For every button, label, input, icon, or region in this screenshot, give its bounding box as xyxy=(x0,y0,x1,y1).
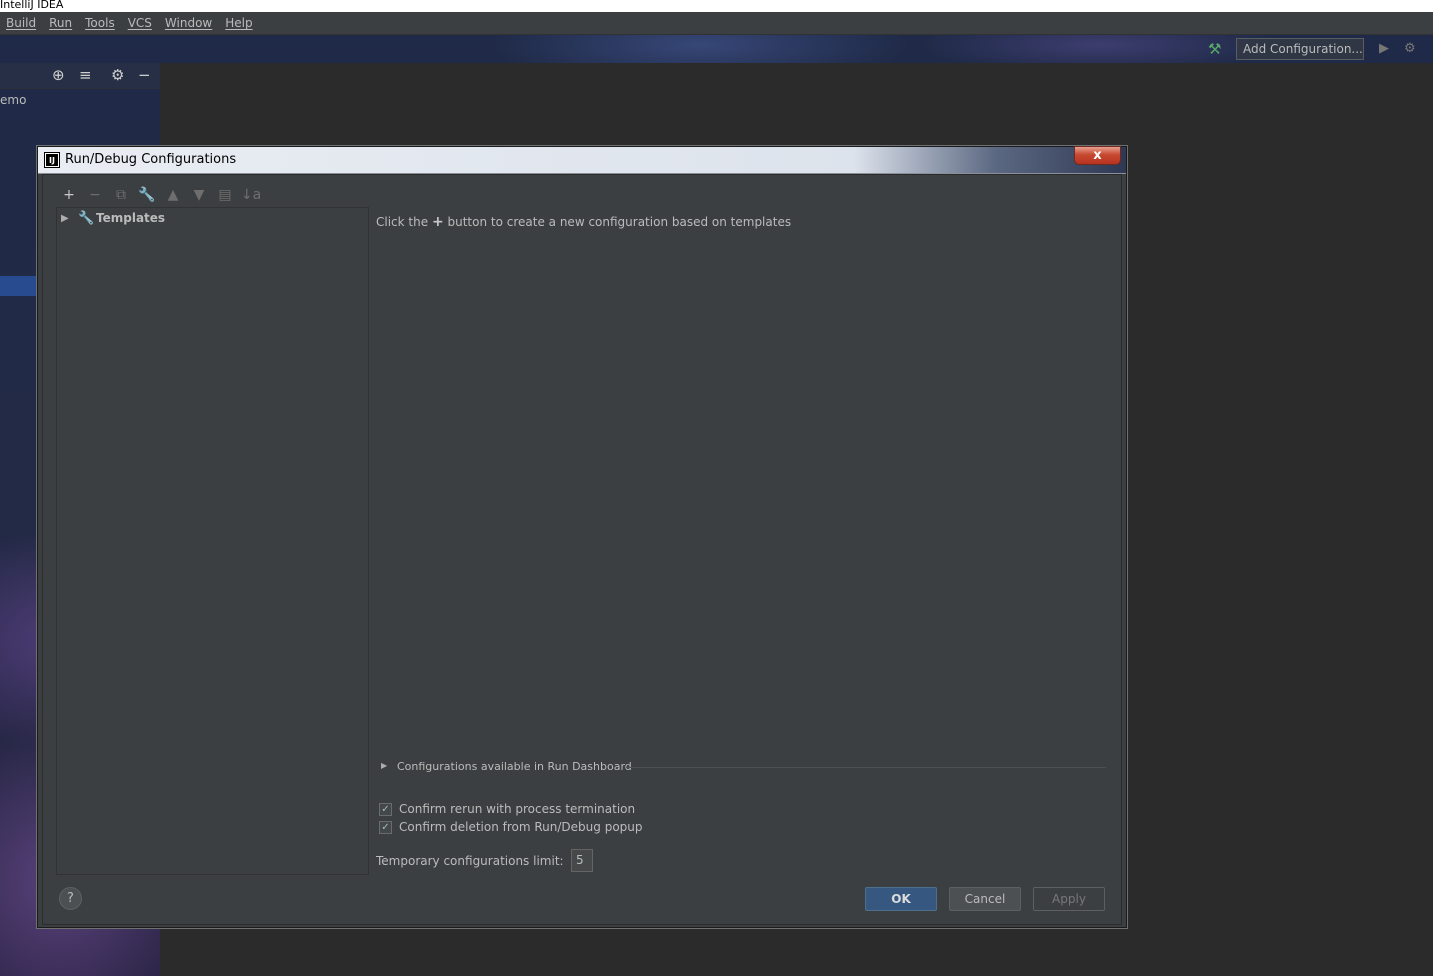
temp-limit-label: Temporary configurations limit: xyxy=(376,854,564,868)
collapse-arrow-icon[interactable]: ▶ xyxy=(381,761,387,770)
move-up-button[interactable]: ▲ xyxy=(160,187,186,203)
config-tree[interactable] xyxy=(56,207,369,875)
tree-item-templates[interactable]: Templates xyxy=(96,211,165,225)
close-button[interactable]: x xyxy=(1074,146,1121,165)
expand-arrow-icon[interactable]: ▶ xyxy=(61,213,69,224)
project-tree-selection xyxy=(0,276,38,296)
separator xyxy=(626,767,1106,768)
apply-button[interactable]: Apply xyxy=(1033,887,1105,911)
gear-icon[interactable]: ⚙ xyxy=(111,66,124,84)
copy-config-button[interactable]: ⧉ xyxy=(108,187,134,203)
crosshair-icon[interactable]: ⊕ xyxy=(52,66,65,84)
window-title-text: IntelliJ IDEA xyxy=(0,0,64,11)
dialog-titlebar[interactable]: IJ Run/Debug Configurations x xyxy=(38,146,1126,174)
wrench-icon[interactable]: 🔧 xyxy=(134,187,160,203)
confirm-deletion-checkbox[interactable]: ✓ xyxy=(379,820,392,834)
menu-tools[interactable]: Tools xyxy=(85,16,115,30)
confirm-rerun-checkbox[interactable]: ✓ xyxy=(379,802,392,816)
hammer-icon[interactable]: ⚒ xyxy=(1208,40,1221,58)
confirm-deletion-option[interactable]: ✓ Confirm deletion from Run/Debug popup xyxy=(379,820,643,834)
collapse-icon[interactable]: ≡ xyxy=(79,66,92,84)
os-window-title: IntelliJ IDEA xyxy=(0,0,1433,12)
run-icon[interactable]: ▶ xyxy=(1379,41,1389,56)
run-dashboard-section[interactable]: ▶ Configurations available in Run Dashbo… xyxy=(381,760,1107,776)
remove-config-button[interactable]: − xyxy=(82,187,108,203)
add-config-button[interactable]: + xyxy=(56,187,82,203)
menu-vcs[interactable]: VCS xyxy=(128,16,152,30)
cancel-button[interactable]: Cancel xyxy=(949,887,1021,911)
project-tree-node[interactable]: emo xyxy=(0,93,26,107)
debug-icon[interactable]: ⚙ xyxy=(1404,41,1416,56)
run-dashboard-label: Configurations available in Run Dashboar… xyxy=(397,760,632,773)
confirm-rerun-label: Confirm rerun with process termination xyxy=(399,802,636,816)
dialog-title: Run/Debug Configurations xyxy=(65,152,237,167)
plus-icon: + xyxy=(431,214,444,230)
minimize-icon[interactable]: − xyxy=(138,66,151,84)
hint-text-before: Click the xyxy=(376,215,429,229)
move-down-button[interactable]: ▼ xyxy=(186,187,212,203)
confirm-rerun-option[interactable]: ✓ Confirm rerun with process termination xyxy=(379,802,635,816)
menu-help[interactable]: Help xyxy=(225,16,252,30)
menu-build[interactable]: Build xyxy=(6,16,36,30)
add-configuration-button[interactable]: Add Configuration... xyxy=(1236,38,1364,60)
menu-window[interactable]: Window xyxy=(165,16,212,30)
hint-text-after: button to create a new configuration bas… xyxy=(447,215,792,229)
temp-limit-input[interactable]: 5 xyxy=(571,849,593,872)
menu-run[interactable]: Run xyxy=(49,16,72,30)
menubar: Build Run Tools VCS Window Help xyxy=(0,12,1433,35)
ok-button[interactable]: OK xyxy=(865,887,937,911)
confirm-deletion-label: Confirm deletion from Run/Debug popup xyxy=(399,820,643,834)
sort-button[interactable]: ↓a xyxy=(238,187,264,203)
config-toolbar: + − ⧉ 🔧 ▲ ▼ ▤ ↓a xyxy=(56,184,264,206)
help-button[interactable]: ? xyxy=(59,887,82,910)
wrench-icon: 🔧 xyxy=(78,211,95,226)
intellij-logo-icon: IJ xyxy=(44,152,60,168)
folder-icon[interactable]: ▤ xyxy=(212,187,238,203)
empty-state-hint: Click the + button to create a new confi… xyxy=(376,214,791,230)
